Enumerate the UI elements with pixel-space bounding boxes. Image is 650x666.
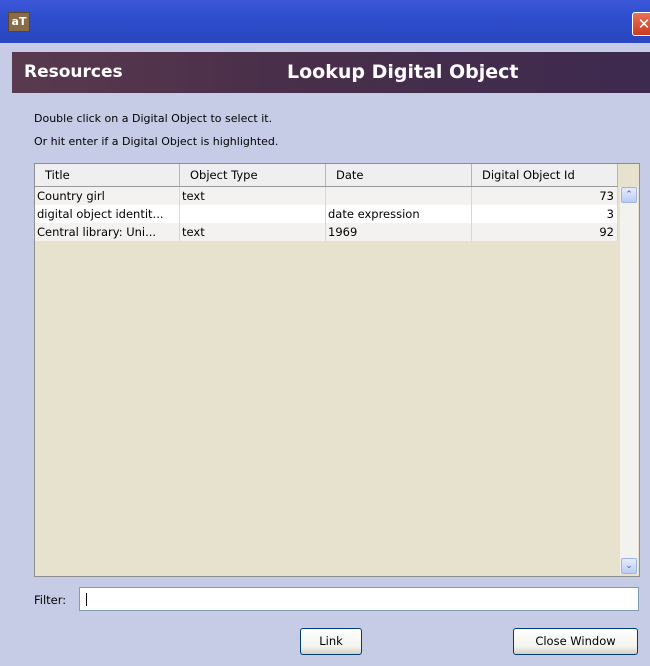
column-header-object-type[interactable]: Object Type: [180, 164, 326, 186]
vertical-scrollbar[interactable]: ⌃ ⌄: [620, 187, 638, 574]
cell-date: 1969: [326, 223, 472, 241]
cell-date: [326, 187, 472, 205]
cell-digital-object-id: 73: [472, 187, 618, 205]
text-caret: [86, 593, 87, 606]
column-header-date[interactable]: Date: [326, 164, 472, 186]
digital-objects-table[interactable]: Title Object Type Date Digital Object Id…: [34, 163, 640, 577]
cell-object-type: [180, 205, 326, 223]
cell-object-type: text: [180, 223, 326, 241]
cell-date: date expression: [326, 205, 472, 223]
title-bar[interactable]: aT ✕: [0, 0, 650, 43]
lookup-digital-object-dialog: aT ✕ Resources Lookup Digital Object Dou…: [0, 0, 650, 666]
close-window-button[interactable]: Close Window: [513, 628, 638, 655]
table-body: Country girl text 73 digital object iden…: [35, 187, 618, 241]
cell-digital-object-id: 3: [472, 205, 618, 223]
close-icon[interactable]: ✕: [632, 12, 650, 36]
cell-digital-object-id: 92: [472, 223, 618, 241]
cell-title: digital object identit...: [35, 205, 180, 223]
cell-title: Central library: Uni...: [35, 223, 180, 241]
app-icon: aT: [8, 12, 30, 32]
table-row[interactable]: Country girl text 73: [35, 187, 618, 205]
dialog-header: Resources Lookup Digital Object: [12, 52, 650, 93]
filter-label: Filter:: [34, 593, 67, 607]
table-row[interactable]: Central library: Uni... text 1969 92: [35, 223, 618, 241]
filter-input[interactable]: [79, 587, 639, 611]
table-row[interactable]: digital object identit... date expressio…: [35, 205, 618, 223]
header-section-title: Resources: [24, 62, 123, 82]
column-header-digital-object-id[interactable]: Digital Object Id: [472, 164, 618, 186]
instruction-line-2: Or hit enter if a Digital Object is high…: [34, 135, 279, 148]
scroll-up-icon[interactable]: ⌃: [621, 187, 637, 203]
cell-object-type: text: [180, 187, 326, 205]
column-header-title[interactable]: Title: [35, 164, 180, 186]
cell-title: Country girl: [35, 187, 180, 205]
scroll-down-icon[interactable]: ⌄: [621, 558, 637, 574]
link-button[interactable]: Link: [300, 628, 362, 655]
instruction-line-1: Double click on a Digital Object to sele…: [34, 112, 273, 125]
table-header: Title Object Type Date Digital Object Id: [35, 164, 618, 187]
header-dialog-title: Lookup Digital Object: [287, 61, 519, 83]
